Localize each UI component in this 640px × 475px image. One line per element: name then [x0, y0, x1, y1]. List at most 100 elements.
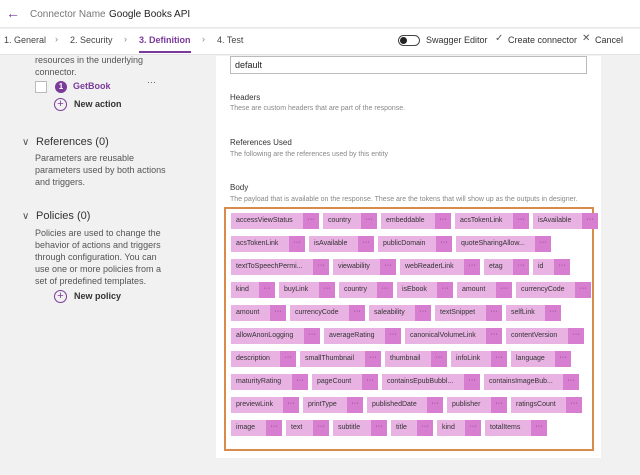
swagger-editor-label[interactable]: Swagger Editor [426, 35, 488, 45]
more-options-icon[interactable]: ··· [531, 420, 547, 436]
more-options-icon[interactable]: ··· [464, 374, 480, 390]
more-options-icon[interactable]: ··· [347, 397, 363, 413]
connector-name-value[interactable]: Google Books API [109, 9, 190, 20]
more-options-icon[interactable]: ··· [431, 351, 447, 367]
more-options-icon[interactable]: ··· [365, 351, 381, 367]
more-options-icon[interactable]: ··· [436, 236, 452, 252]
more-options-icon[interactable]: ··· [491, 397, 507, 413]
token-chip[interactable]: description ··· [231, 351, 296, 367]
more-options-icon[interactable]: ··· [582, 213, 598, 229]
back-arrow-icon[interactable]: ← [6, 6, 20, 20]
more-options-icon[interactable]: ··· [280, 351, 296, 367]
token-chip[interactable]: country ··· [339, 282, 393, 298]
token-chip[interactable]: isAvailable ··· [533, 213, 598, 229]
token-chip[interactable]: quoteSharingAllow... ··· [456, 236, 551, 252]
tab-definition[interactable]: 3. Definition [139, 35, 191, 53]
token-chip[interactable]: viewability ··· [333, 259, 396, 275]
token-chip[interactable]: containsEpubBubbl... ··· [382, 374, 480, 390]
token-chip[interactable]: publishedDate ··· [367, 397, 443, 413]
more-options-icon[interactable]: ··· [427, 397, 443, 413]
more-options-icon[interactable]: ··· [486, 328, 502, 344]
token-chip[interactable]: currencyCode ··· [290, 305, 365, 321]
token-chip[interactable]: textToSpeechPermi... ··· [231, 259, 329, 275]
more-options-icon[interactable]: ··· [415, 305, 431, 321]
token-chip[interactable]: acsTokenLink ··· [455, 213, 529, 229]
token-chip[interactable]: maturityRating ··· [231, 374, 308, 390]
token-chip[interactable]: webReaderLink ··· [400, 259, 480, 275]
action-checkbox[interactable] [35, 81, 47, 93]
token-chip[interactable]: embeddable ··· [381, 213, 451, 229]
token-chip[interactable]: containsImageBub... ··· [484, 374, 579, 390]
token-chip[interactable]: allowAnonLogging ··· [231, 328, 320, 344]
token-chip[interactable]: publisher ··· [447, 397, 507, 413]
more-options-icon[interactable]: ··· [319, 282, 335, 298]
token-chip[interactable]: previewLink ··· [231, 397, 299, 413]
more-options-icon[interactable]: ··· [313, 420, 329, 436]
token-chip[interactable]: isAvailable ··· [309, 236, 374, 252]
token-chip[interactable]: language ··· [511, 351, 571, 367]
more-options-icon[interactable]: ··· [465, 420, 481, 436]
token-chip[interactable]: amount ··· [231, 305, 286, 321]
more-options-icon[interactable]: ··· [371, 420, 387, 436]
more-options-icon[interactable]: ··· [270, 305, 286, 321]
more-options-icon[interactable]: ··· [147, 77, 156, 87]
token-chip[interactable]: publicDomain ··· [378, 236, 452, 252]
more-options-icon[interactable]: ··· [266, 420, 282, 436]
token-chip[interactable]: totalItems ··· [485, 420, 547, 436]
token-chip[interactable]: kind ··· [231, 282, 275, 298]
more-options-icon[interactable]: ··· [380, 259, 396, 275]
token-chip[interactable]: contentVersion ··· [506, 328, 584, 344]
more-options-icon[interactable]: ··· [486, 305, 502, 321]
token-chip[interactable]: buyLink ··· [279, 282, 335, 298]
token-chip[interactable]: printType ··· [303, 397, 363, 413]
token-chip[interactable]: averageRating ··· [324, 328, 401, 344]
more-options-icon[interactable]: ··· [575, 282, 591, 298]
more-options-icon[interactable]: ··· [362, 374, 378, 390]
swagger-editor-toggle[interactable] [398, 35, 420, 46]
token-chip[interactable]: accessViewStatus ··· [231, 213, 319, 229]
more-options-icon[interactable]: ··· [289, 236, 305, 252]
token-chip[interactable]: saleability ··· [369, 305, 431, 321]
more-options-icon[interactable]: ··· [491, 351, 507, 367]
more-options-icon[interactable]: ··· [566, 397, 582, 413]
more-options-icon[interactable]: ··· [535, 236, 551, 252]
cancel-button[interactable]: Cancel [595, 35, 623, 45]
more-options-icon[interactable]: ··· [513, 259, 529, 275]
references-header[interactable]: ∨ References (0) [22, 136, 109, 148]
more-options-icon[interactable]: ··· [259, 282, 275, 298]
more-options-icon[interactable]: ··· [304, 328, 320, 344]
action-name[interactable]: GetBook [73, 81, 111, 91]
more-options-icon[interactable]: ··· [545, 305, 561, 321]
more-options-icon[interactable]: ··· [435, 213, 451, 229]
more-options-icon[interactable]: ··· [496, 282, 512, 298]
token-chip[interactable]: id ··· [533, 259, 570, 275]
token-chip[interactable]: pageCount ··· [312, 374, 378, 390]
more-options-icon[interactable]: ··· [377, 282, 393, 298]
more-options-icon[interactable]: ··· [385, 328, 401, 344]
more-options-icon[interactable]: ··· [313, 259, 329, 275]
tab-security[interactable]: 2. Security [70, 35, 113, 45]
more-options-icon[interactable]: ··· [283, 397, 299, 413]
policies-header[interactable]: ∨ Policies (0) [22, 210, 90, 222]
token-chip[interactable]: title ··· [391, 420, 433, 436]
token-chip[interactable]: canonicalVolumeLink ··· [405, 328, 502, 344]
token-chip[interactable]: ratingsCount ··· [511, 397, 582, 413]
token-chip[interactable]: infoLink ··· [451, 351, 507, 367]
token-chip[interactable]: currencyCode ··· [516, 282, 591, 298]
token-chip[interactable]: etag ··· [484, 259, 529, 275]
more-options-icon[interactable]: ··· [303, 213, 319, 229]
token-chip[interactable]: textSnippet ··· [435, 305, 502, 321]
more-options-icon[interactable]: ··· [464, 259, 480, 275]
token-chip[interactable]: smallThumbnail ··· [300, 351, 381, 367]
more-options-icon[interactable]: ··· [568, 328, 584, 344]
token-chip[interactable]: thumbnail ··· [385, 351, 447, 367]
more-options-icon[interactable]: ··· [417, 420, 433, 436]
token-chip[interactable]: text ··· [286, 420, 329, 436]
more-options-icon[interactable]: ··· [292, 374, 308, 390]
create-connector-button[interactable]: Create connector [508, 35, 577, 45]
token-chip[interactable]: kind ··· [437, 420, 481, 436]
response-name-input[interactable]: default [230, 56, 587, 74]
more-options-icon[interactable]: ··· [361, 213, 377, 229]
token-chip[interactable]: acsTokenLink ··· [231, 236, 305, 252]
token-chip[interactable]: isEbook ··· [397, 282, 453, 298]
